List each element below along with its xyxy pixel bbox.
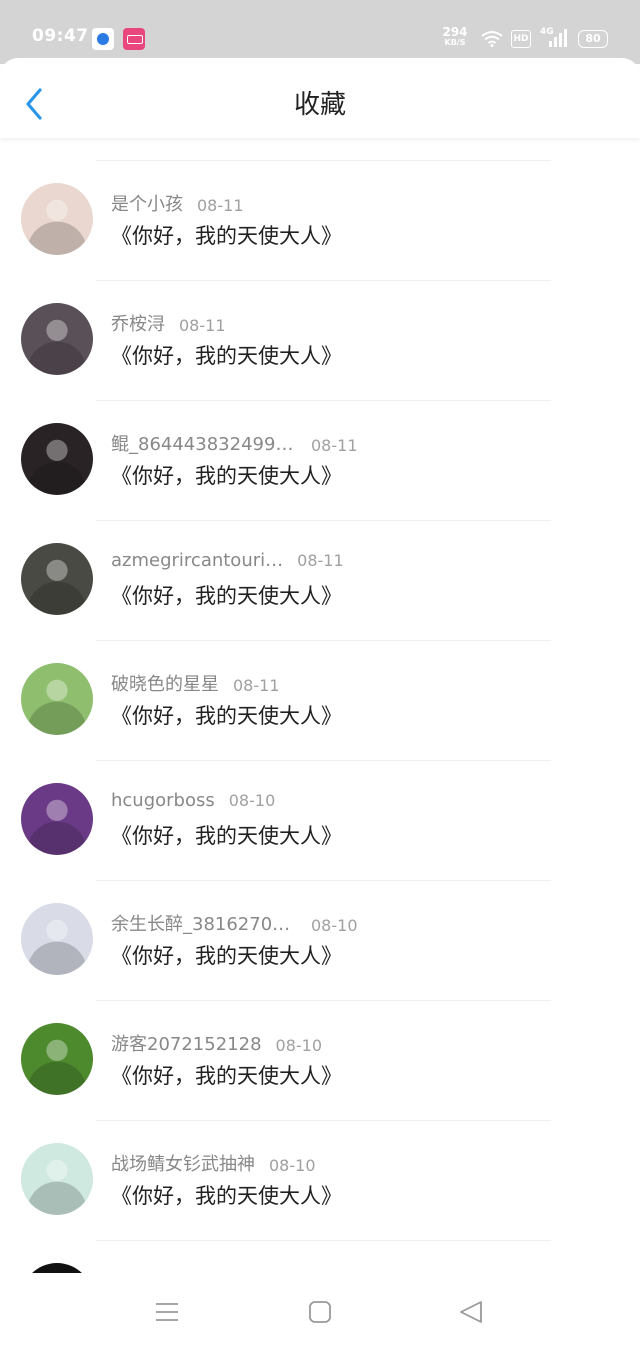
item-title: 《你好，我的天使大人》 bbox=[111, 944, 342, 968]
avatar[interactable] bbox=[21, 303, 93, 375]
item-title: 《你好，我的天使大人》 bbox=[111, 584, 342, 608]
user-name: 游客2072152128 bbox=[111, 1034, 262, 1055]
user-name: 鲲_86444383249914… bbox=[111, 434, 297, 455]
item-meta: 余生长醉_38162702… 08-10 bbox=[111, 910, 411, 936]
avatar[interactable] bbox=[21, 543, 93, 615]
user-name: 战场鲭女钐武抽神 bbox=[111, 1154, 255, 1175]
avatar[interactable] bbox=[21, 1023, 93, 1095]
item-date: 08-10 bbox=[228, 791, 276, 810]
item-date: 08-10 bbox=[275, 1036, 323, 1055]
page-title: 收藏 bbox=[293, 90, 346, 120]
app-notification-icon bbox=[92, 28, 114, 50]
divider bbox=[96, 1240, 551, 1241]
favorites-list: 是个小孩 08-11 《你好，我的天使大人》 乔桉浔 08-11 《你好，我的天使大… bbox=[0, 160, 640, 1278]
list-item[interactable]: 是个小孩 08-11 《你好，我的天使大人》 bbox=[0, 160, 640, 280]
divider bbox=[96, 640, 551, 641]
avatar[interactable] bbox=[21, 903, 93, 975]
network-speed-value: 294 bbox=[442, 25, 468, 39]
item-meta: 游客2072152128 08-10 bbox=[111, 1030, 411, 1056]
divider bbox=[96, 1000, 551, 1001]
user-name: 是个小孩 bbox=[111, 194, 183, 215]
user-name: 破晓色的星星 bbox=[111, 674, 219, 695]
user-name: 乔桉浔 bbox=[111, 314, 165, 335]
item-date: 08-11 bbox=[297, 551, 344, 570]
avatar[interactable] bbox=[21, 663, 93, 735]
header: 收藏 bbox=[0, 58, 640, 138]
list-item[interactable]: 余生长醉_38162702… 08-10 《你好，我的天使大人》 bbox=[0, 880, 640, 1000]
avatar[interactable] bbox=[21, 783, 93, 855]
battery-icon: 80 bbox=[578, 30, 608, 48]
item-title: 《你好，我的天使大人》 bbox=[111, 704, 342, 728]
user-name: 余生长醉_38162702… bbox=[111, 914, 297, 935]
list-item[interactable]: 破晓色的星星 08-11 《你好，我的天使大人》 bbox=[0, 640, 640, 760]
divider bbox=[96, 760, 551, 761]
list-item[interactable]: 乔桉浔 08-11 《你好，我的天使大人》 bbox=[0, 280, 640, 400]
item-title: 《你好，我的天使大人》 bbox=[111, 464, 342, 488]
home-icon[interactable] bbox=[308, 1300, 332, 1324]
system-nav-bar bbox=[0, 1273, 640, 1351]
item-meta: hcugorboss 08-10 bbox=[111, 790, 411, 811]
item-title: 《你好，我的天使大人》 bbox=[111, 824, 342, 848]
menu-icon[interactable] bbox=[155, 1300, 179, 1324]
list-item[interactable]: 游客2072152128 08-10 《你好，我的天使大人》 bbox=[0, 1000, 640, 1120]
network-speed-unit: KB/S bbox=[444, 38, 466, 47]
item-meta: 破晓色的星星 08-11 bbox=[111, 670, 411, 696]
hd-icon: HD bbox=[511, 30, 531, 48]
item-meta: azmegrircantouri… 08-11 bbox=[111, 550, 411, 571]
divider bbox=[96, 400, 551, 401]
status-time: 09:47 bbox=[32, 26, 89, 46]
network-speed: 294 KB/S bbox=[441, 26, 469, 47]
list-item[interactable]: 战场鲭女钐武抽神 08-10 《你好，我的天使大人》 bbox=[0, 1120, 640, 1240]
item-title: 《你好，我的天使大人》 bbox=[111, 1064, 342, 1088]
item-date: 08-11 bbox=[233, 676, 280, 695]
avatar[interactable] bbox=[21, 1143, 93, 1215]
item-title: 《你好，我的天使大人》 bbox=[111, 224, 342, 248]
list-item[interactable]: 鲲_86444383249914… 08-11 《你好，我的天使大人》 bbox=[0, 400, 640, 520]
divider bbox=[96, 520, 551, 521]
back-triangle-icon[interactable] bbox=[458, 1300, 484, 1324]
item-date: 08-11 bbox=[197, 196, 244, 215]
wifi-icon bbox=[481, 31, 503, 47]
item-title: 《你好，我的天使大人》 bbox=[111, 344, 342, 368]
user-name: hcugorboss bbox=[111, 790, 215, 811]
item-meta: 是个小孩 08-11 bbox=[111, 190, 411, 216]
divider bbox=[96, 160, 551, 161]
item-date: 08-10 bbox=[269, 1156, 316, 1175]
divider bbox=[96, 280, 551, 281]
app-notification-icon-2 bbox=[123, 28, 145, 50]
divider bbox=[96, 880, 551, 881]
item-title: 《你好，我的天使大人》 bbox=[111, 1184, 342, 1208]
item-date: 08-11 bbox=[311, 436, 358, 455]
avatar[interactable] bbox=[21, 183, 93, 255]
user-name: azmegrircantouri… bbox=[111, 550, 284, 571]
status-bar: 09:47 294 KB/S HD 4G 80 bbox=[0, 0, 640, 64]
list-item[interactable]: azmegrircantouri… 08-11 《你好，我的天使大人》 bbox=[0, 520, 640, 640]
item-meta: 战场鲭女钐武抽神 08-10 bbox=[111, 1150, 411, 1176]
item-meta: 鲲_86444383249914… 08-11 bbox=[111, 430, 411, 456]
item-date: 08-10 bbox=[311, 916, 358, 935]
item-meta: 乔桉浔 08-11 bbox=[111, 310, 411, 336]
list-item[interactable]: hcugorboss 08-10 《你好，我的天使大人》 bbox=[0, 760, 640, 880]
divider bbox=[96, 1120, 551, 1121]
avatar[interactable] bbox=[21, 423, 93, 495]
signal-icon bbox=[549, 29, 567, 47]
item-date: 08-11 bbox=[179, 316, 226, 335]
